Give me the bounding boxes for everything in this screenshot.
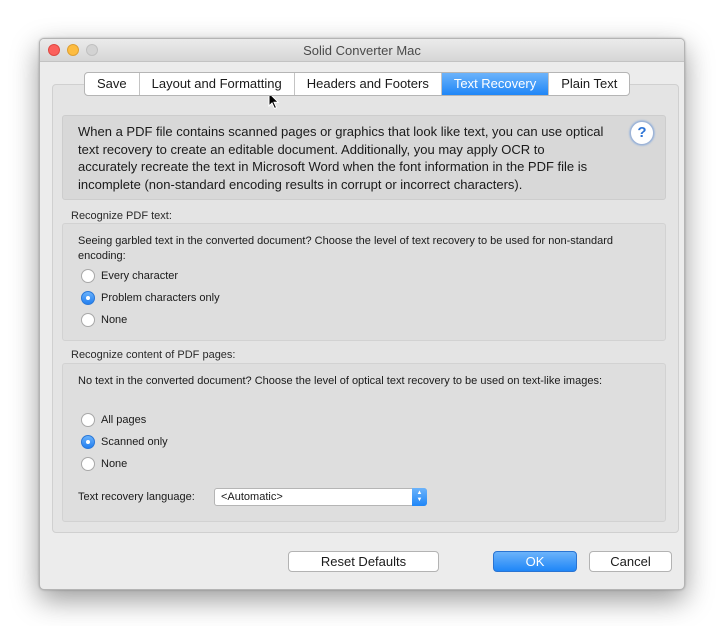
tab-layout-and-formatting[interactable]: Layout and Formatting	[140, 73, 295, 95]
tab-save[interactable]: Save	[85, 73, 140, 95]
radio-label: Scanned only	[101, 436, 168, 448]
radio-label: None	[101, 314, 128, 326]
radio-label: None	[101, 458, 128, 470]
recognize-pages-label: Recognize content of PDF pages:	[71, 349, 236, 361]
radio-problem-characters-only[interactable]: Problem characters only	[81, 290, 220, 306]
radio-button[interactable]	[81, 457, 95, 471]
cancel-button[interactable]: Cancel	[589, 551, 672, 572]
recognize-text-description: Seeing garbled text in the converted doc…	[78, 235, 614, 262]
recognize-text-group: Seeing garbled text in the converted doc…	[62, 223, 666, 341]
tab-bar: Save Layout and Formatting Headers and F…	[84, 72, 631, 96]
ok-button[interactable]: OK	[493, 551, 577, 572]
updown-chevron-icon: ▲ ▼	[412, 488, 427, 506]
tab-plain-text[interactable]: Plain Text	[549, 73, 629, 95]
radio-none-text[interactable]: None	[81, 312, 127, 328]
radio-button-checked[interactable]	[81, 435, 95, 449]
window-title: Solid Converter Mac	[303, 43, 421, 58]
recognize-text-label: Recognize PDF text:	[71, 210, 172, 222]
radio-label: Every character	[101, 270, 179, 282]
language-select[interactable]: <Automatic> ▲ ▼	[214, 488, 427, 506]
radio-button[interactable]	[81, 413, 95, 427]
info-text: When a PDF file contains scanned pages o…	[78, 124, 604, 192]
language-label: Text recovery language:	[78, 491, 195, 503]
radio-button[interactable]	[81, 269, 95, 283]
radio-every-character[interactable]: Every character	[81, 268, 178, 284]
help-button[interactable]: ?	[630, 121, 654, 145]
radio-button[interactable]	[81, 313, 95, 327]
tab-headers-and-footers[interactable]: Headers and Footers	[295, 73, 442, 95]
radio-label: All pages	[101, 414, 147, 426]
title-bar: Solid Converter Mac	[40, 39, 684, 62]
radio-scanned-only[interactable]: Scanned only	[81, 434, 168, 450]
radio-all-pages[interactable]: All pages	[81, 412, 146, 428]
radio-label: Problem characters only	[101, 292, 220, 304]
tab-text-recovery[interactable]: Text Recovery	[441, 73, 550, 95]
reset-defaults-button[interactable]: Reset Defaults	[288, 551, 439, 572]
radio-button-checked[interactable]	[81, 291, 95, 305]
language-select-value: <Automatic>	[221, 491, 283, 503]
recognize-pages-group: No text in the converted document? Choos…	[62, 363, 666, 522]
recognize-pages-description: No text in the converted document? Choos…	[78, 375, 603, 387]
dialog-window: Solid Converter Mac Save Layout and Form…	[39, 38, 685, 590]
radio-none-pages[interactable]: None	[81, 456, 127, 472]
info-box: When a PDF file contains scanned pages o…	[62, 115, 666, 200]
